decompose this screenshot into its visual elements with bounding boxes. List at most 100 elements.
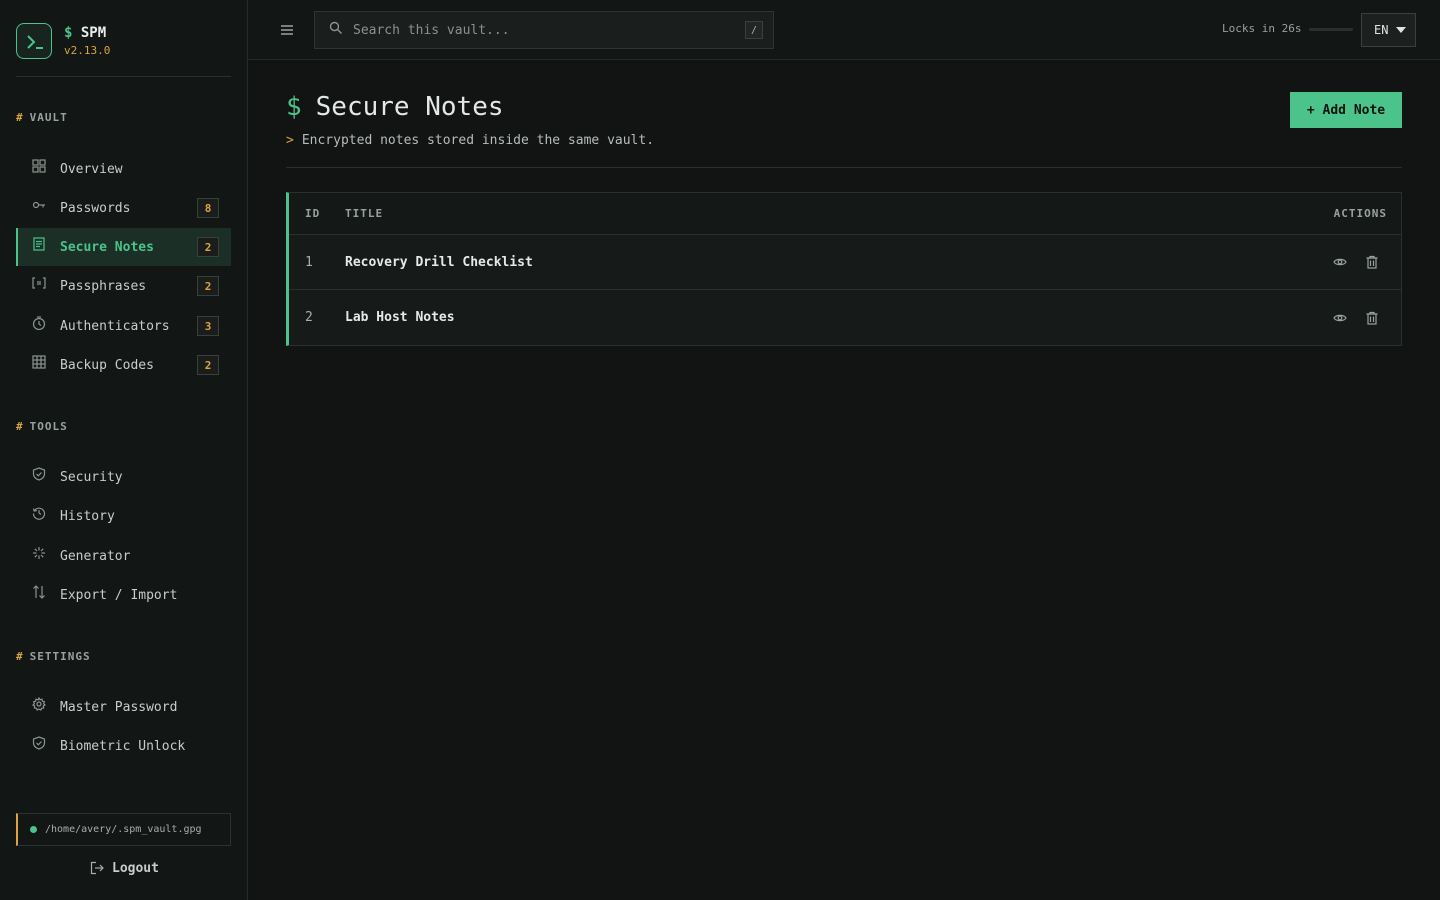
shortcut-hint: / [745, 21, 763, 39]
sidebar: $ SPM v2.13.0 # VAULT Overview Passwords … [0, 0, 248, 900]
vault-path-text: /home/avery/.spm_vault.gpg [45, 824, 202, 835]
sidebar-item-biometric-unlock[interactable]: Biometric Unlock [16, 727, 231, 765]
row-id: 2 [305, 310, 313, 325]
divider [16, 76, 231, 77]
sidebar-item-authenticators[interactable]: Authenticators 3 [16, 307, 231, 345]
divider [286, 167, 1402, 168]
table-row[interactable]: 1 Recovery Drill Checklist [289, 235, 1401, 290]
search-icon [329, 21, 343, 39]
menu-toggle-button[interactable] [278, 20, 296, 40]
sidebar-item-label: Authenticators [60, 318, 170, 334]
row-title: Lab Host Notes [345, 310, 455, 325]
row-id: 1 [305, 254, 313, 270]
sidebar-item-label: Secure Notes [60, 239, 154, 255]
count-badge: 2 [197, 237, 219, 257]
row-actions [1291, 255, 1401, 269]
section-hash: # [16, 420, 24, 433]
sidebar-item-passwords[interactable]: Passwords 8 [16, 189, 231, 227]
sidebar-item-label: Security [60, 469, 123, 485]
row-title: Recovery Drill Checklist [345, 254, 533, 270]
sidebar-item-label: Master Password [60, 699, 178, 715]
sidebar-item-label: Export / Import [60, 587, 178, 603]
sidebar-item-security[interactable]: Security [16, 458, 231, 496]
column-header-title: TITLE [345, 207, 384, 220]
search-box[interactable]: / [314, 11, 774, 49]
lock-timer-bar [1309, 28, 1353, 31]
view-button[interactable] [1333, 311, 1347, 325]
history-icon [32, 506, 46, 520]
sidebar-item-generator[interactable]: Generator [16, 537, 231, 575]
section-title-vault: # VAULT [16, 111, 68, 124]
brand[interactable]: $ SPM v2.13.0 [16, 23, 231, 61]
trash-icon [1366, 311, 1378, 325]
section-hash: # [16, 111, 24, 124]
sidebar-item-label: Generator [60, 548, 131, 564]
sparkle-icon [32, 546, 46, 560]
app-version: v2.13.0 [64, 44, 111, 57]
sidebar-item-history[interactable]: History [16, 497, 231, 535]
app-name: $ SPM [64, 25, 106, 41]
main-content: $ Secure Notes > Encrypted notes stored in… [248, 60, 1440, 900]
hamburger-icon [281, 25, 293, 35]
status-dot-icon [30, 826, 37, 833]
sidebar-item-backup-codes[interactable]: Backup Codes 2 [16, 346, 231, 384]
delete-button[interactable] [1365, 255, 1379, 269]
count-badge: 3 [197, 316, 219, 336]
clock-icon [32, 316, 46, 331]
key-icon [32, 198, 46, 212]
search-input[interactable] [353, 22, 745, 38]
row-actions [1291, 311, 1401, 325]
brand-prompt: $ [64, 25, 73, 41]
column-header-id: ID [305, 207, 321, 220]
trash-icon [1366, 255, 1378, 269]
subtitle-prompt: > [286, 133, 294, 148]
sidebar-item-export-import[interactable]: Export / Import [16, 576, 231, 614]
title-prompt: $ [286, 92, 302, 122]
section-title-settings: # SETTINGS [16, 650, 91, 663]
sidebar-item-passphrases[interactable]: Passphrases 2 [16, 267, 231, 305]
notes-table: ID TITLE ACTIONS 1 Recovery Drill Checkl… [286, 192, 1402, 346]
section-label: VAULT [29, 111, 68, 124]
eye-icon [1333, 258, 1347, 266]
count-badge: 2 [197, 355, 219, 375]
sidebar-item-overview[interactable]: Overview [16, 150, 231, 188]
section-label: SETTINGS [29, 650, 91, 663]
table-icon [32, 355, 46, 369]
lock-timer-label: Locks in 26s [1222, 22, 1302, 35]
eye-icon [1333, 314, 1347, 321]
page-title-text: Secure Notes [315, 92, 504, 122]
language-value: EN [1374, 23, 1389, 37]
chevron-down-icon [1396, 27, 1407, 33]
table-row[interactable]: 2 Lab Host Notes [289, 290, 1401, 345]
sidebar-item-label: History [60, 508, 115, 524]
shield-icon [32, 736, 46, 750]
language-select[interactable]: EN [1361, 13, 1416, 47]
logout-button[interactable]: Logout [90, 858, 159, 878]
delete-button[interactable] [1365, 311, 1379, 325]
sidebar-item-label: Passwords [60, 200, 131, 216]
section-title-tools: # TOOLS [16, 420, 68, 433]
table-header: ID TITLE ACTIONS [289, 193, 1401, 235]
section-label: TOOLS [29, 420, 68, 433]
sidebar-item-label: Overview [60, 161, 123, 177]
page-subtitle: > Encrypted notes stored inside the same … [286, 133, 654, 148]
topbar: / Locks in 26s EN [248, 0, 1440, 60]
gear-icon [32, 696, 46, 711]
brand-name-text: SPM [80, 25, 107, 41]
note-icon [32, 237, 46, 251]
terminal-logo-icon [16, 23, 52, 59]
section-hash: # [16, 650, 24, 663]
count-badge: 2 [197, 276, 219, 296]
sidebar-item-label: Backup Codes [60, 357, 154, 373]
brackets-icon [32, 276, 46, 290]
sidebar-item-secure-notes[interactable]: Secure Notes 2 [16, 228, 231, 266]
sidebar-item-label: Biometric Unlock [60, 738, 186, 754]
page-title: $ Secure Notes [286, 92, 504, 122]
add-note-button[interactable]: + Add Note [1290, 92, 1402, 128]
arrows-updown-icon [32, 585, 46, 599]
logout-icon [90, 861, 104, 875]
view-button[interactable] [1333, 255, 1347, 269]
sidebar-item-label: Passphrases [60, 278, 147, 294]
count-badge: 8 [197, 198, 219, 218]
sidebar-item-master-password[interactable]: Master Password [16, 688, 231, 726]
